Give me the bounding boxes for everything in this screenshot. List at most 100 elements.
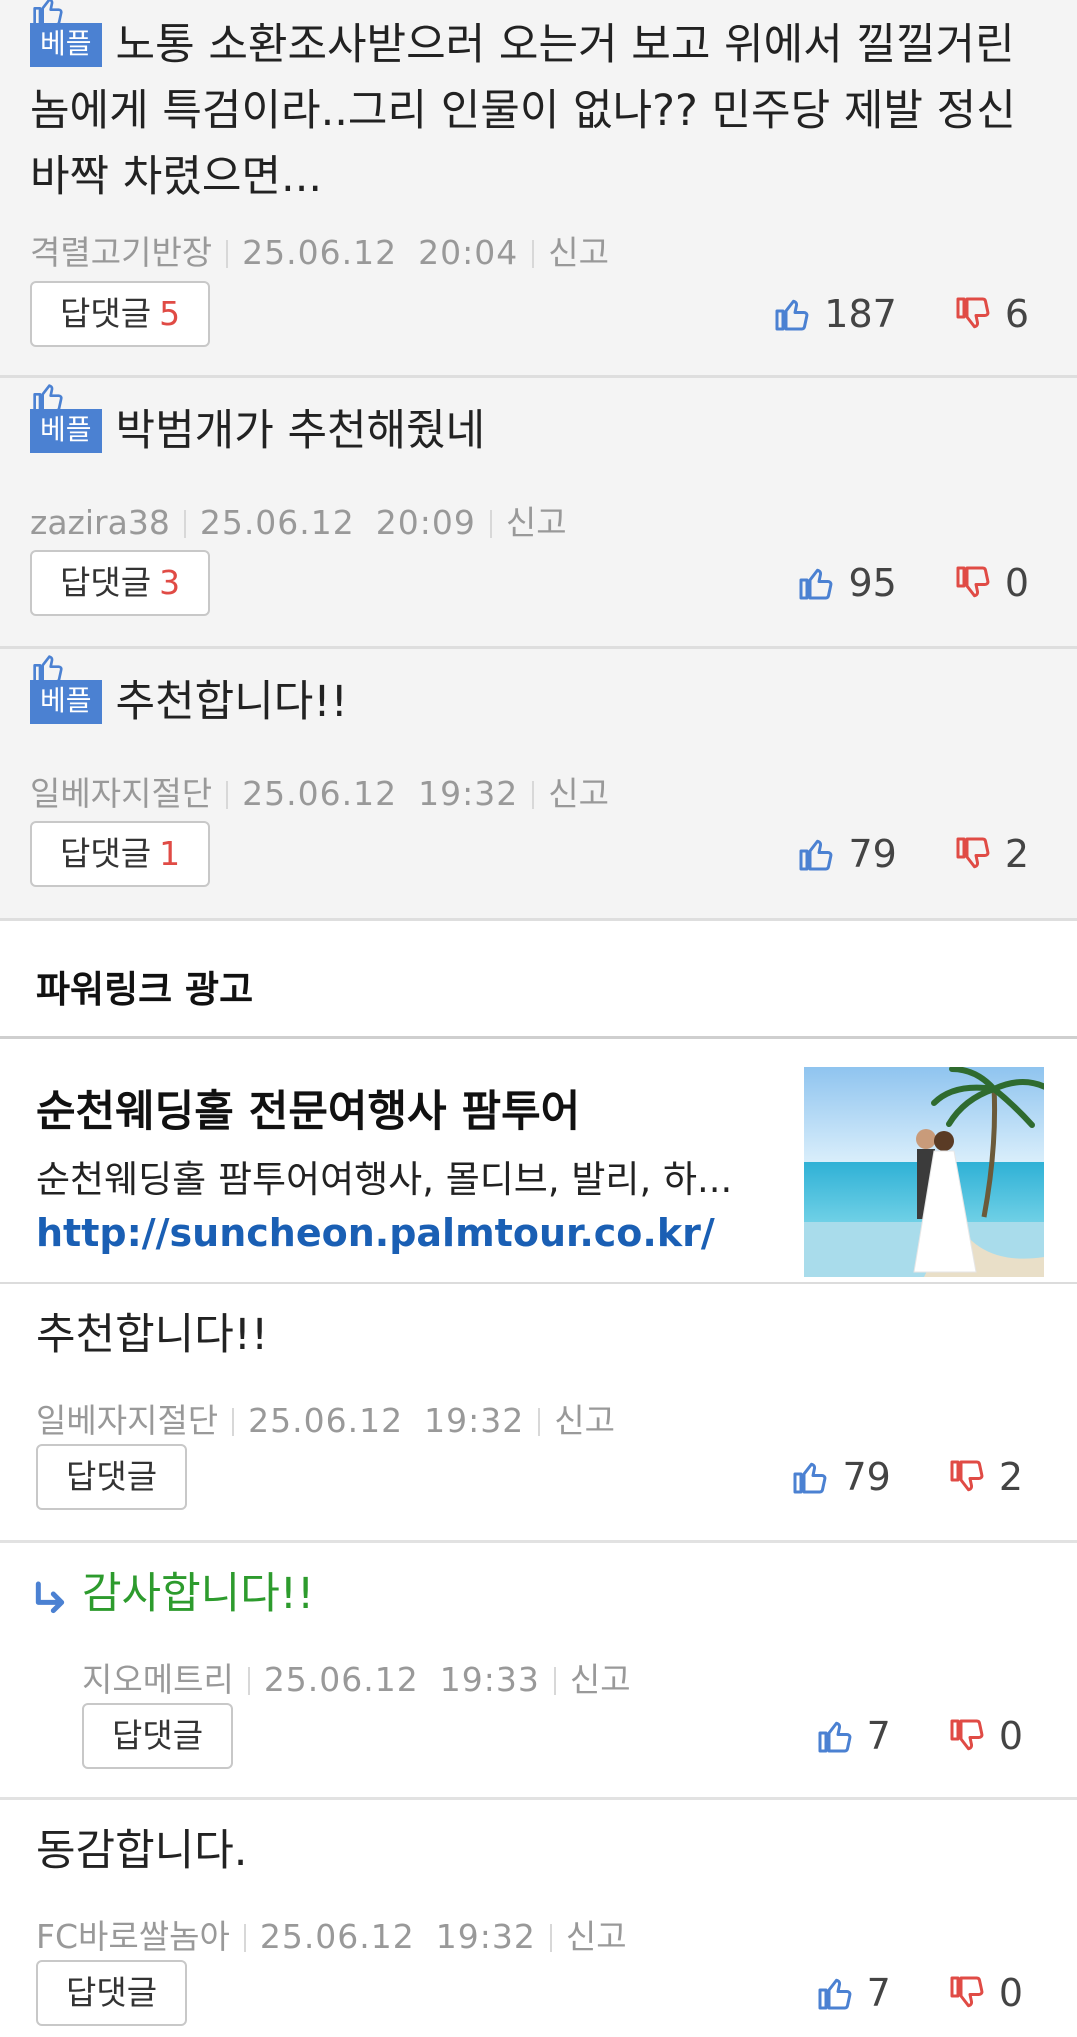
vote-group: 7 0 [817,1711,1023,1761]
reply-button[interactable]: 답댓글 3 [30,550,211,616]
ad-description: 순천웨딩홀 팜투어여행사, 몰디브, 발리, 하... [36,1158,733,1201]
downvote-count: 0 [998,1971,1023,2015]
comment-text: 동감합니다. [36,1826,248,1876]
thumbs-up-icon[interactable] [817,1975,853,2011]
comment-text: 노통 소환조사받으러 오는거 보고 위에서 낄낄거린 놈에게 특검이라..그리 … [30,20,1016,202]
comment-meta: FC바로쌀놈아 25.06.12 19:32 신고 [36,1910,627,1958]
comment-author[interactable]: 일베자지절단 [36,1401,218,1440]
thumbs-up-icon [32,0,64,27]
ad-image[interactable] [804,1067,1044,1277]
report-link[interactable]: 신고 [554,1401,615,1440]
vote-group: 79 2 [792,1452,1023,1502]
comment-author[interactable]: FC바로쌀놈아 [36,1917,230,1956]
reply-button[interactable]: 답댓글 [82,1703,234,1769]
thumbs-down-icon[interactable] [955,836,991,872]
comment-time: 20:09 [375,503,476,542]
comment-meta: 지오메트리 25.06.12 19:33 신고 [82,1653,631,1701]
downvote-count: 2 [998,1455,1023,1499]
reply-comment: 감사합니다!! 지오메트리 25.06.12 19:33 신고 답댓글 7 0 [0,1543,1077,1800]
comment-text-block: 추천합니다!! [36,1302,1047,1368]
comment-date: 25.06.12 [242,233,398,272]
comment-meta: zazira38 25.06.12 20:09 신고 [30,496,567,544]
downvote-count: 0 [1004,561,1029,605]
best-badge: 베플 [30,680,102,724]
ad-item[interactable]: 순천웨딩홀 전문여행사 팜투어 순천웨딩홀 팜투어여행사, 몰디브, 발리, 하… [0,1039,1077,1284]
comment-time: 20:04 [418,233,519,272]
vote-group: 95 0 [798,558,1029,608]
report-link[interactable]: 신고 [506,503,567,542]
comment-author[interactable]: 일베자지절단 [30,774,212,813]
comment-text: 박범개가 추천해줬네 [115,406,486,456]
comment: 동감합니다. FC바로쌀놈아 25.06.12 19:32 신고 답댓글 7 0 [0,1800,1077,2037]
thumbs-up-icon [32,652,64,684]
vote-group: 187 6 [774,289,1029,339]
report-link[interactable]: 신고 [548,233,609,272]
comment-author[interactable]: zazira38 [30,503,170,542]
comment-meta: 일베자지절단 25.06.12 19:32 신고 [36,1394,615,1442]
comment-date: 25.06.12 [199,503,355,542]
thumbs-up-icon[interactable] [774,296,810,332]
report-link[interactable]: 신고 [570,1660,631,1699]
best-badge: 베플 [30,409,102,453]
ad-url[interactable]: http://suncheon.palmtour.co.kr/ [36,1211,715,1255]
thumbs-up-icon[interactable] [817,1718,853,1754]
comment-time: 19:32 [435,1917,536,1956]
report-link[interactable]: 신고 [566,1917,627,1956]
ad-section-header: 파워링크 광고 [0,921,1077,1039]
thumbs-up-icon[interactable] [792,1459,828,1495]
comment-meta: 격렬고기반장 25.06.12 20:04 신고 [30,226,609,274]
upvote-count: 7 [866,1971,891,2015]
report-link[interactable]: 신고 [548,774,609,813]
upvote-count: 187 [824,292,897,336]
upvote-count: 7 [866,1714,891,1758]
comment-text: 추천합니다!! [115,677,348,727]
comment-author[interactable]: 지오메트리 [82,1660,234,1699]
comment-date: 25.06.12 [259,1917,415,1956]
comment-text-block: 동감합니다. [36,1818,1047,1884]
downvote-count: 6 [1004,292,1029,336]
thumbs-down-icon[interactable] [955,296,991,332]
comment-date: 25.06.12 [242,774,398,813]
thumbs-up-icon [32,381,64,413]
ad-section-title: 파워링크 광고 [36,968,254,1011]
reply-button[interactable]: 답댓글 1 [30,821,211,887]
best-comment: 베플 박범개가 추천해줬네 zazira38 25.06.12 20:09 신고 답… [0,378,1077,649]
ad-title[interactable]: 순천웨딩홀 전문여행사 팜투어 [36,1077,580,1139]
downvote-count: 0 [998,1714,1023,1758]
thumbs-down-icon[interactable] [949,1975,985,2011]
reply-count: 5 [159,294,181,333]
thumbs-up-icon[interactable] [798,565,834,601]
upvote-count: 79 [848,832,897,876]
reply-count: 1 [159,834,181,873]
best-badge: 베플 [30,23,102,67]
upvote-count: 95 [848,561,897,605]
comment-text-block: 감사합니다!! [82,1561,1047,1627]
comment-text: 감사합니다!! [82,1569,315,1619]
comment-time: 19:33 [439,1660,540,1699]
comment-time: 19:32 [418,774,519,813]
reply-arrow-icon [35,1581,65,1614]
reply-count: 3 [159,563,181,602]
downvote-count: 2 [1004,832,1029,876]
comment-date: 25.06.12 [248,1401,404,1440]
reply-button[interactable]: 답댓글 [36,1960,188,2026]
thumbs-down-icon[interactable] [949,1718,985,1754]
comment-text-block: 베플 추천합니다!! [30,669,1047,735]
comment-text-block: 베플 박범개가 추천해줬네 [30,398,1047,464]
reply-button[interactable]: 답댓글 5 [30,281,211,347]
vote-group: 7 0 [817,1968,1023,2018]
comment-text: 추천합니다!! [36,1310,269,1360]
upvote-count: 79 [842,1455,891,1499]
comment-time: 19:32 [424,1401,525,1440]
thumbs-down-icon[interactable] [949,1459,985,1495]
reply-button[interactable]: 답댓글 [36,1444,188,1510]
comment: 추천합니다!! 일베자지절단 25.06.12 19:32 신고 답댓글 79 2 [0,1284,1077,1543]
best-comment: 베플 노통 소환조사받으러 오는거 보고 위에서 낄낄거린 놈에게 특검이라..… [0,0,1077,378]
comment-meta: 일베자지절단 25.06.12 19:32 신고 [30,767,609,815]
thumbs-up-icon[interactable] [798,836,834,872]
vote-group: 79 2 [798,829,1029,879]
comment-author[interactable]: 격렬고기반장 [30,233,212,272]
thumbs-down-icon[interactable] [955,565,991,601]
best-comment: 베플 추천합니다!! 일베자지절단 25.06.12 19:32 신고 답댓글 1 7… [0,649,1077,921]
comment-date: 25.06.12 [263,1660,419,1699]
